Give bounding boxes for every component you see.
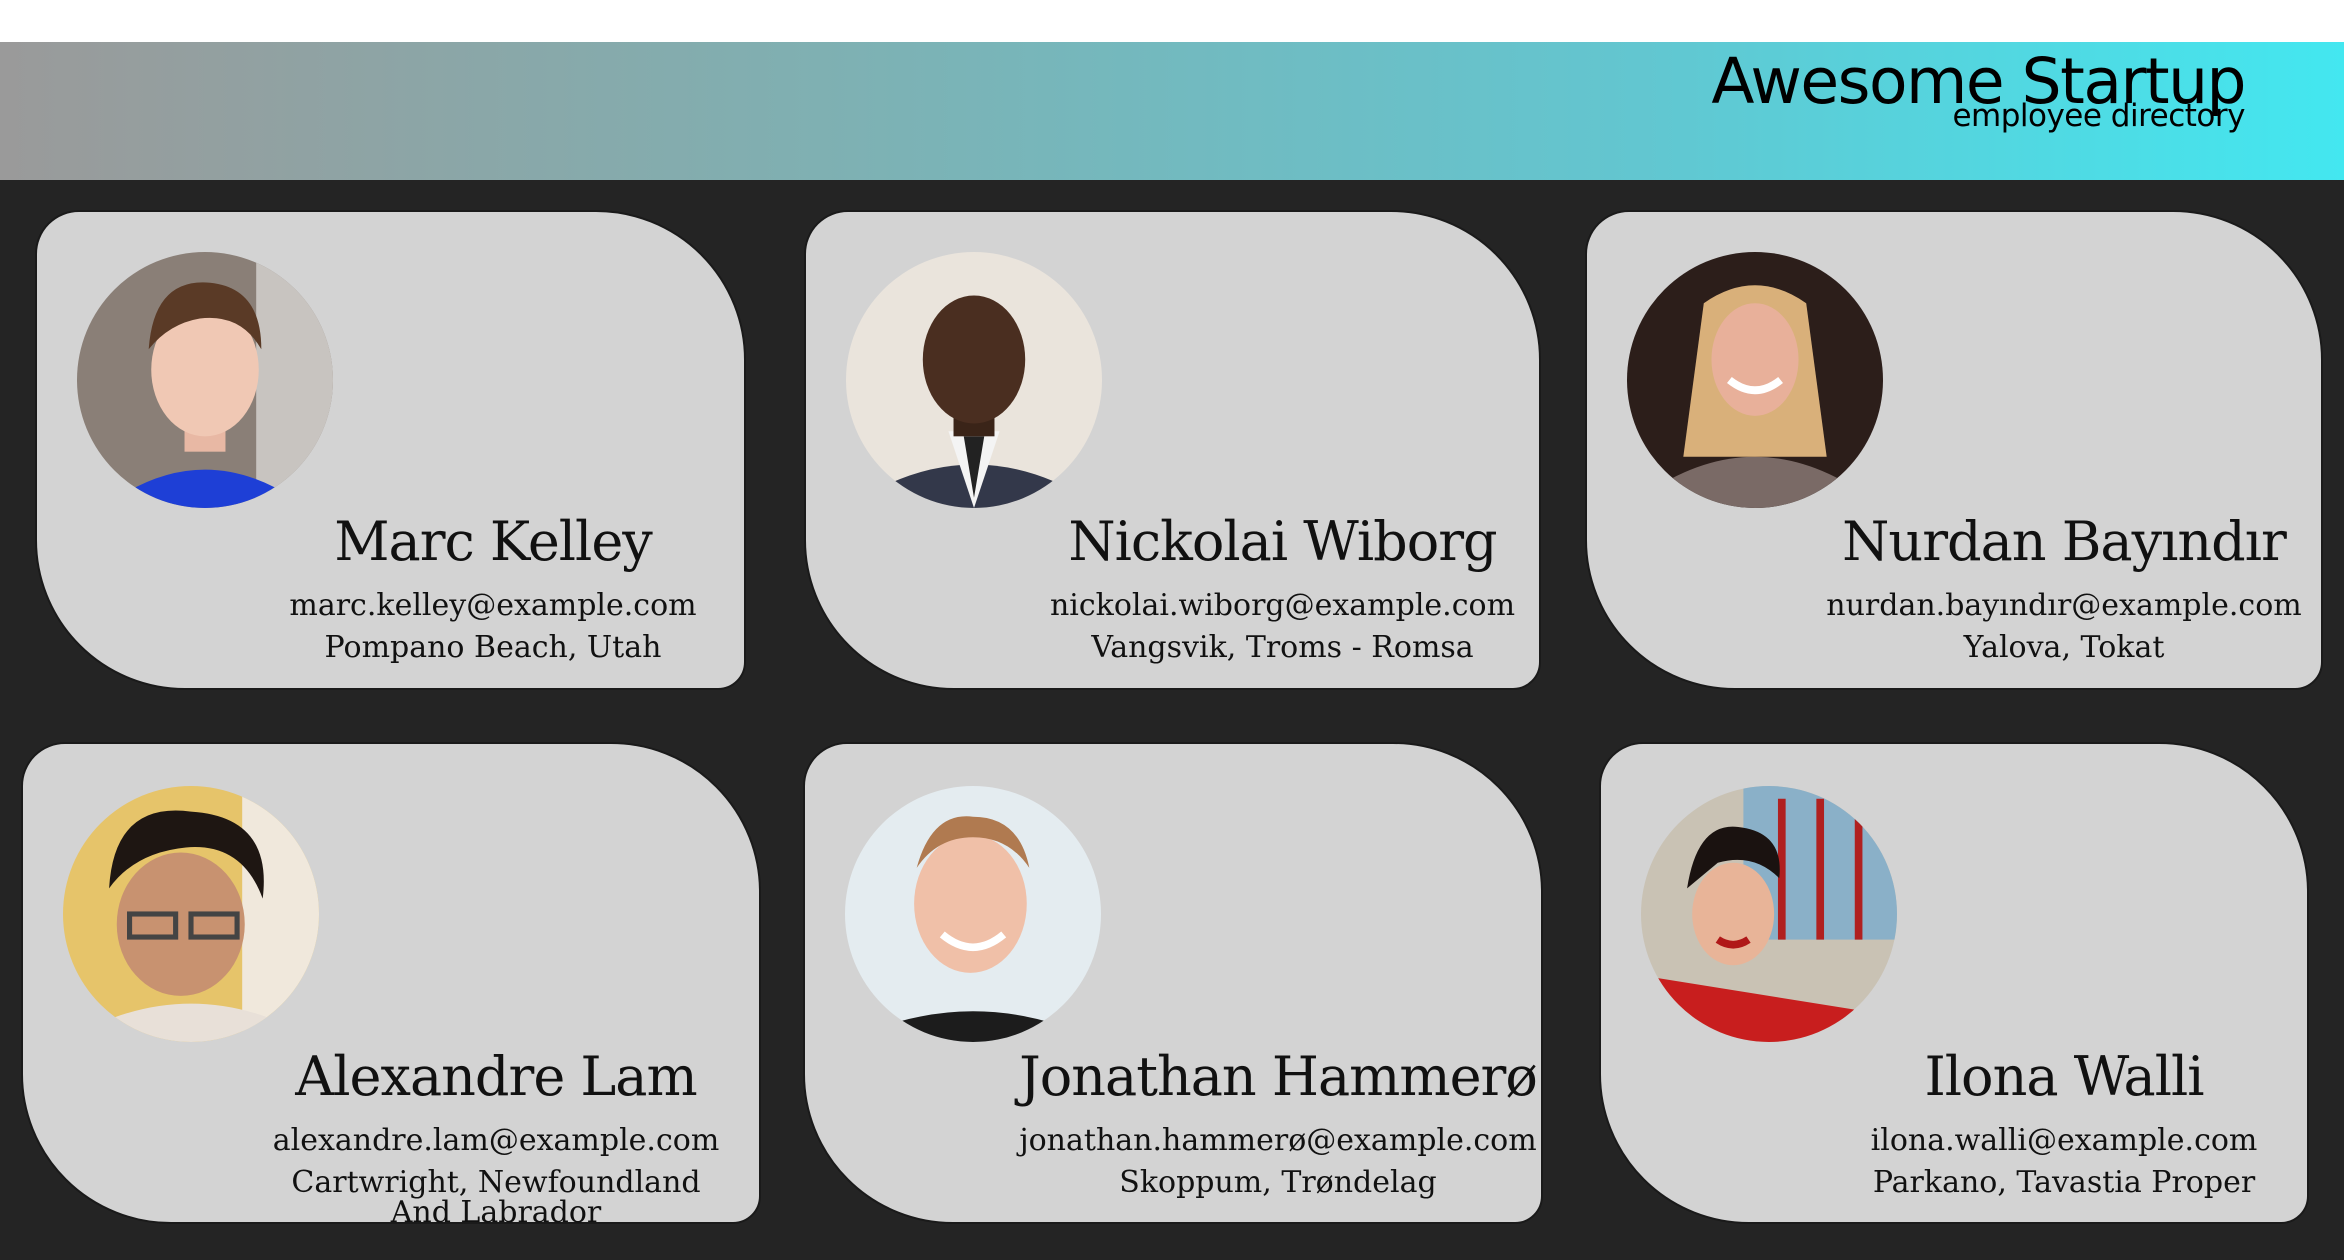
employee-card[interactable]: Jonathan Hammerø jonathan.hammerø@exampl… (803, 742, 1543, 1224)
brand: Awesome Startup employee directory (1711, 50, 2246, 132)
employee-info: Marc Kelley marc.kelley@example.com Pomp… (242, 515, 744, 663)
site-header: Awesome Startup employee directory (0, 42, 2344, 180)
employee-card[interactable]: Nurdan Bayındır nurdan.bayındır@example.… (1585, 210, 2323, 690)
employee-email: jonathan.hammerø@example.com (1019, 1123, 1537, 1158)
employee-email: marc.kelley@example.com (289, 588, 697, 623)
employee-name: Alexandre Lam (295, 1045, 697, 1108)
top-strip (0, 0, 2344, 42)
employee-location: Skoppum, Trøndelag (1119, 1165, 1437, 1200)
employee-location: Pompano Beach, Utah (324, 630, 662, 665)
employee-info: Nurdan Bayındır nurdan.bayındır@example.… (1807, 515, 2321, 663)
employee-info: Nickolai Wiborg nickolai.wiborg@example.… (1026, 515, 1539, 663)
employee-name: Nurdan Bayındır (1842, 510, 2287, 573)
employee-info: Ilona Walli ilona.walli@example.com Park… (1821, 1050, 2307, 1198)
employee-email: alexandre.lam@example.com (272, 1123, 720, 1158)
avatar (846, 252, 1102, 508)
employee-card[interactable]: Marc Kelley marc.kelley@example.com Pomp… (35, 210, 746, 690)
employee-location: Cartwright, Newfoundland And Labrador (291, 1165, 701, 1230)
employee-name: Nickolai Wiborg (1068, 510, 1497, 573)
employee-email: nurdan.bayındır@example.com (1826, 588, 2302, 623)
avatar (63, 786, 319, 1042)
employee-email: nickolai.wiborg@example.com (1049, 588, 1516, 623)
employee-card[interactable]: Alexandre Lam alexandre.lam@example.com … (21, 742, 761, 1228)
employee-location: Vangsvik, Troms - Romsa (1091, 630, 1474, 665)
employee-location: Yalova, Tokat (1963, 630, 2165, 665)
avatar (1627, 252, 1883, 508)
employee-name: Marc Kelley (334, 510, 653, 573)
employee-name: Jonathan Hammerø (1019, 1045, 1538, 1108)
avatar (845, 786, 1101, 1042)
employee-location: Parkano, Tavastia Proper (1872, 1165, 2256, 1200)
employee-email: ilona.walli@example.com (1870, 1123, 2258, 1158)
employee-card[interactable]: Nickolai Wiborg nickolai.wiborg@example.… (804, 210, 1541, 690)
employee-info: Jonathan Hammerø jonathan.hammerø@exampl… (1015, 1050, 1541, 1198)
avatar (1641, 786, 1897, 1042)
employee-name: Ilona Walli (1924, 1045, 2204, 1108)
employee-card[interactable]: Ilona Walli ilona.walli@example.com Park… (1599, 742, 2309, 1224)
employee-info: Alexandre Lam alexandre.lam@example.com … (233, 1050, 759, 1228)
avatar (77, 252, 333, 508)
